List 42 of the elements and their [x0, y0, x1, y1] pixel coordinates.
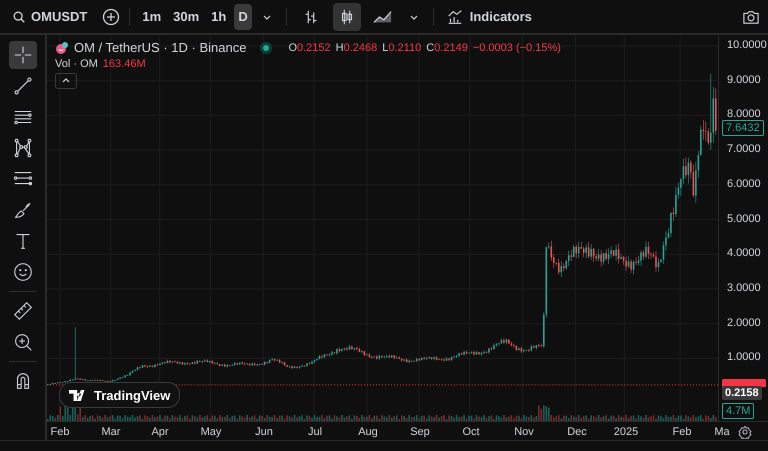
interval-button[interactable]: 1m [138, 4, 166, 30]
volume-tag: 4.7M [722, 403, 754, 419]
price-tick: 4.0000 [727, 247, 761, 260]
volume-value: 163.46M [102, 58, 146, 70]
time-tick: Dec [567, 426, 587, 438]
time-tick: Feb [50, 426, 70, 438]
time-tick: Feb [672, 426, 692, 438]
tradingview-logo[interactable]: TradingView [59, 382, 180, 408]
price-tick: 6.0000 [727, 178, 761, 190]
interval-button[interactable]: D [234, 4, 252, 30]
time-tick: Aug [358, 426, 378, 438]
price-tick: 3.0000 [727, 282, 761, 294]
time-tick: Oct [462, 426, 480, 438]
time-tick: Sep [410, 426, 430, 438]
symbol-title: OM / TetherUS · 1D · Binance [74, 40, 246, 55]
time-tick: May [200, 426, 222, 438]
interval-button[interactable]: 1h [207, 4, 230, 30]
time-tick: Jun [255, 426, 273, 438]
ohlc-value: L0.2110 [382, 42, 422, 54]
interval-button[interactable]: 30m [169, 4, 204, 30]
symbol-search-button[interactable]: OMUSDT [12, 4, 88, 30]
last-price-tag: 7.6432 [722, 120, 764, 136]
price-change: −0.0003 (−0.15%) [472, 42, 561, 54]
price-tick: 2.0000 [727, 316, 761, 329]
time-tick: Jul [308, 426, 322, 438]
ohlc-value: H0.2468 [336, 42, 378, 54]
time-tick: Nov [514, 426, 534, 438]
price-tick: 8.0000 [727, 108, 761, 120]
time-tick: Mar [102, 426, 120, 438]
time-tick: Apr [151, 426, 169, 438]
price-tick: 1.0000 [727, 351, 761, 364]
ohlc-value: O0.2152 [288, 42, 331, 54]
time-tick: Ma [714, 426, 730, 438]
volume-label: Vol · OM [55, 58, 98, 70]
price-tick: 10.0000 [727, 39, 767, 51]
crosshair-price-tag: 0.2158 [722, 386, 762, 400]
price-tick: 7.0000 [727, 143, 761, 156]
time-tick: 2025 [614, 426, 638, 438]
price-tick: 5.0000 [727, 212, 761, 224]
ohlc-value: C0.2149 [426, 42, 468, 54]
price-tick: 9.0000 [727, 74, 761, 86]
indicators-button[interactable]: Indicators [442, 4, 536, 30]
